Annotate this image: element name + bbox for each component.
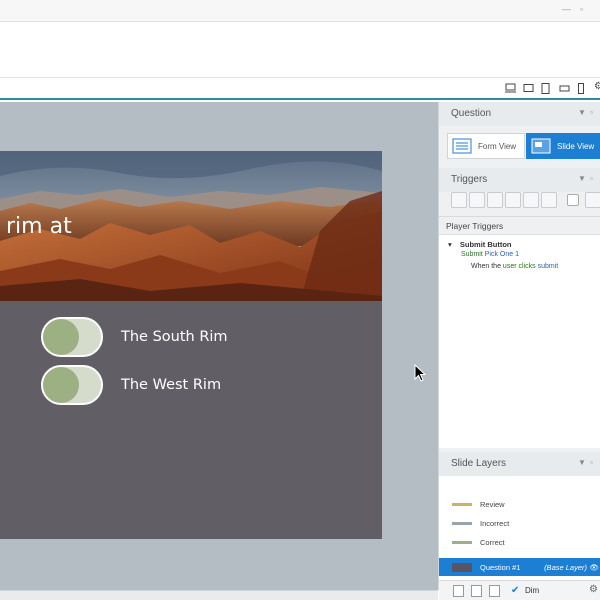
tablet-landscape-icon[interactable] <box>523 83 534 93</box>
layer-color-swatch <box>452 540 472 544</box>
slide-view-label: Slide View <box>557 141 595 151</box>
trigger-condition-line[interactable]: When the user clicks submit <box>439 263 600 275</box>
panel-title: Question <box>451 108 492 119</box>
new-layer-icon[interactable] <box>453 585 464 597</box>
restore-icon[interactable]: ▫ <box>590 108 593 117</box>
layer-name: Correct <box>480 537 505 547</box>
canyon-image: rim at <box>0 151 382 301</box>
restore-icon[interactable]: ▫ <box>580 4 583 14</box>
chevron-down-icon[interactable]: ▼ <box>578 458 586 467</box>
delete-layer-icon[interactable] <box>489 585 500 597</box>
layer-thumbnail <box>452 562 472 572</box>
edit-trigger-icon[interactable] <box>469 192 485 208</box>
layer-color-swatch <box>452 502 472 506</box>
ribbon <box>0 22 600 78</box>
delete-trigger-icon[interactable] <box>523 192 539 208</box>
layer-review[interactable]: Review <box>439 496 600 512</box>
minimize-icon[interactable]: — <box>562 4 571 14</box>
window-titlebar: — ▫ <box>0 0 600 22</box>
layer-incorrect[interactable]: Incorrect <box>439 515 600 531</box>
restore-icon[interactable]: ▫ <box>590 458 593 467</box>
trigger-group-label: Submit Button <box>459 240 512 249</box>
trigger-event[interactable]: clicks <box>519 263 536 270</box>
answer-label: The South Rim <box>121 329 228 345</box>
paste-trigger-icon[interactable] <box>505 192 521 208</box>
chevron-down-icon[interactable]: ▼ <box>578 108 586 117</box>
gear-icon[interactable]: ⚙ <box>589 584 598 595</box>
layer-correct[interactable]: Correct <box>439 534 600 550</box>
slide-layers-header: Slide Layers ▼ ▫ <box>439 452 600 476</box>
new-trigger-icon[interactable] <box>451 192 467 208</box>
panel-title: Triggers <box>451 174 488 185</box>
move-trigger-icon[interactable] <box>541 192 557 208</box>
copy-trigger-icon[interactable] <box>487 192 503 208</box>
status-bar <box>0 590 438 600</box>
player-triggers-header[interactable]: Player Triggers <box>439 217 600 235</box>
form-view-icon <box>452 138 472 154</box>
trigger-group-submit-button[interactable]: ▾ Submit Button <box>439 235 600 251</box>
toggle-switch[interactable] <box>41 317 103 357</box>
mouse-cursor-icon <box>414 364 426 382</box>
right-panels: Question ▼ ▫ Form View Slide View Trigge… <box>438 102 600 600</box>
trigger-user[interactable]: user <box>503 263 517 270</box>
trigger-action-line[interactable]: Submit Pick One 1 <box>439 251 600 263</box>
layer-name: Review <box>480 499 505 509</box>
layers-toolbar: ✔ Dim ⚙ <box>439 580 600 600</box>
layer-name: Question #1 <box>480 562 521 572</box>
answer-option-west-rim[interactable]: The West Rim <box>41 365 221 405</box>
gear-icon[interactable]: ⚙ <box>594 81 600 92</box>
trigger-action: Submit <box>461 251 483 258</box>
trigger-object[interactable]: submit <box>538 263 559 270</box>
trigger-target[interactable]: Pick One 1 <box>485 251 519 258</box>
slide-canvas: rim at The South Rim The West Rim <box>0 151 382 539</box>
slide-view-button[interactable]: Slide View <box>526 133 600 159</box>
question-panel-header: Question ▼ ▫ <box>439 102 600 126</box>
layers-list: Review Incorrect Correct Question #1 (Ba… <box>439 476 600 590</box>
base-layer-tag: (Base Layer) <box>544 562 587 572</box>
answer-option-south-rim[interactable]: The South Rim <box>41 317 228 357</box>
variables-icon[interactable] <box>585 192 600 208</box>
layer-base-question[interactable]: Question #1 (Base Layer) 👁 <box>439 558 600 576</box>
tablet-portrait-icon[interactable] <box>541 83 550 94</box>
device-preview-bar: ⚙ <box>0 78 600 100</box>
slide-view-icon <box>531 138 551 154</box>
form-view-button[interactable]: Form View <box>447 133 525 159</box>
eye-icon[interactable]: 👁 <box>589 563 599 572</box>
phone-portrait-icon[interactable] <box>577 83 585 94</box>
layer-name: Incorrect <box>480 518 510 528</box>
trigger-checkbox[interactable] <box>567 194 579 206</box>
dim-label: Dim <box>525 586 540 595</box>
toggle-switch[interactable] <box>41 365 103 405</box>
phone-landscape-icon[interactable] <box>559 83 570 93</box>
slide-stage: rim at The South Rim The West Rim <box>0 102 438 590</box>
restore-icon[interactable]: ▫ <box>590 174 593 183</box>
collapse-icon[interactable]: ▾ <box>448 240 452 249</box>
slide-question-title: rim at <box>6 214 72 239</box>
layer-color-swatch <box>452 521 472 525</box>
chevron-down-icon[interactable]: ▼ <box>578 174 586 183</box>
panel-title: Slide Layers <box>451 458 507 469</box>
trigger-when: When the <box>471 263 501 270</box>
answer-label: The West Rim <box>121 377 222 393</box>
duplicate-layer-icon[interactable] <box>471 585 482 597</box>
dim-checkbox[interactable]: ✔ <box>511 585 519 596</box>
triggers-list: Player Triggers ▾ Submit Button Submit P… <box>439 216 600 448</box>
player-triggers-label: Player Triggers <box>446 221 504 231</box>
monitor-icon[interactable] <box>505 83 516 93</box>
form-view-label: Form View <box>478 141 517 151</box>
triggers-panel-header: Triggers ▼ ▫ <box>439 168 600 192</box>
